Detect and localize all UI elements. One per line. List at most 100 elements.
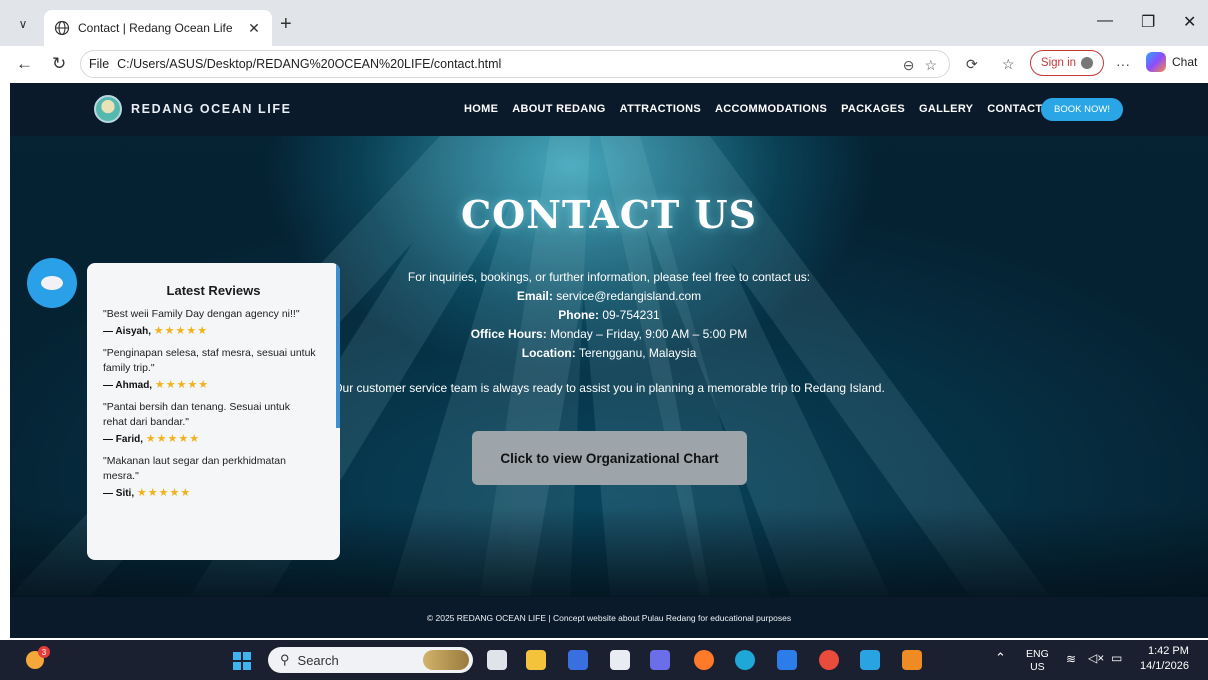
tab-close-icon[interactable]: ✕: [244, 20, 264, 37]
review-quote: "Makanan laut segar dan perkhidmatan mes…: [103, 455, 286, 482]
review-author: — Aisyah,: [103, 326, 151, 337]
nav-contact[interactable]: CONTACT: [987, 103, 1042, 115]
favorites-icon[interactable]: ☆: [1002, 56, 1015, 73]
nav-about-redang[interactable]: ABOUT REDANG: [512, 103, 605, 115]
search-icon: ⚲: [280, 652, 290, 667]
rating-stars-icon: ★★★★★: [154, 379, 210, 391]
profile-icon: [1081, 57, 1094, 69]
window-close-icon[interactable]: ✕: [1183, 12, 1196, 32]
copilot-icon: [1146, 52, 1166, 72]
clock-time: 1:42 PM: [1147, 645, 1189, 657]
address-toolbar: ← ↻ i File C:/Users/ASUS/Desktop/REDANG%…: [0, 46, 1208, 197]
footer-text: © 2025 REDANG OCEAN LIFE | Concept websi…: [426, 612, 792, 623]
email-label: Email:: [516, 289, 553, 303]
restore-icon[interactable]: ❐: [1141, 12, 1155, 32]
nav-packages[interactable]: PACKAGES: [841, 103, 905, 115]
nav-menu: HOME ABOUT REDANG ATTRACTIONS ACCOMMODAT…: [464, 103, 1042, 115]
outlook-icon[interactable]: [777, 650, 797, 670]
review-quote: "Best weii Family Day dengan agency ni!!…: [103, 308, 300, 320]
nav-gallery[interactable]: GALLERY: [919, 103, 973, 115]
app-icon[interactable]: [568, 650, 588, 670]
rating-stars-icon: ★★★★★: [145, 433, 201, 445]
browser-tab[interactable]: Contact | Redang Ocean Life ✕: [44, 10, 272, 46]
chat-bubble-icon: [41, 276, 63, 290]
review-author: — Siti,: [103, 488, 135, 499]
search-label: Search: [297, 652, 339, 668]
edge-icon[interactable]: [735, 650, 755, 670]
nav-accommodations[interactable]: ACCOMMODATIONS: [715, 103, 827, 115]
battery-icon[interactable]: ▭: [1111, 651, 1122, 665]
location-label: Location:: [521, 346, 576, 360]
review-quote: "Pantai bersih dan tenang. Sesuai untuk …: [103, 401, 291, 428]
site-navbar: REDANG OCEAN LIFE HOME ABOUT REDANG ATTR…: [10, 83, 1208, 136]
contact-hero: CONTACT US For inquiries, bookings, or f…: [10, 136, 1208, 597]
review-quote: "Penginapan selesa, staf mesra, sesuai u…: [103, 347, 316, 374]
page-viewport: REDANG OCEAN LIFE HOME ABOUT REDANG ATTR…: [10, 83, 1208, 638]
file-explorer-icon[interactable]: [526, 650, 546, 670]
back-icon[interactable]: ←: [16, 54, 33, 74]
reviews-panel: Latest Reviews "Best weii Family Day den…: [87, 263, 340, 560]
tab-list-button[interactable]: ∨: [10, 11, 36, 37]
nav-home[interactable]: HOME: [464, 103, 498, 115]
office-hours-value: Monday – Friday, 9:00 AM – 5:00 PM: [550, 327, 748, 341]
email-value: service@redangisland.com: [556, 289, 702, 303]
taskbar-search[interactable]: ⚲ Search: [268, 647, 473, 673]
start-windows-icon[interactable]: [233, 652, 251, 670]
favorite-star-icon[interactable]: ☆: [924, 57, 937, 74]
language-code: ENG: [1026, 648, 1049, 660]
refresh-icon[interactable]: ↻: [52, 54, 66, 74]
rating-stars-icon: ★★★★★: [153, 325, 209, 337]
review-item: "Pantai bersih dan tenang. Sesuai untuk …: [87, 400, 340, 445]
sublime-text-icon[interactable]: [902, 650, 922, 670]
telegram-icon[interactable]: [860, 650, 880, 670]
island-logo-icon: [94, 95, 122, 123]
address-bar[interactable]: i File C:/Users/ASUS/Desktop/REDANG%20OC…: [80, 50, 950, 197]
brand-name: REDANG OCEAN LIFE: [131, 102, 292, 116]
weather-widget[interactable]: 3: [24, 646, 50, 672]
notification-badge: 3: [38, 646, 50, 658]
office-hours-label: Office Hours:: [470, 327, 547, 341]
minimize-icon[interactable]: —: [1097, 12, 1113, 30]
windows-taskbar: 3 ⚲ Search ⌃ ENG US ≋ ◁× ▭ 1:42 PM 14/1/…: [0, 640, 1208, 680]
extensions-icon[interactable]: ⟳: [966, 56, 978, 73]
chat-label: Chat: [1172, 55, 1198, 69]
sign-in-label: Sign in: [1040, 57, 1077, 69]
review-item: "Best weii Family Day dengan agency ni!!…: [87, 307, 340, 337]
page-title: CONTACT US: [460, 192, 758, 237]
review-item: "Penginapan selesa, staf mesra, sesuai u…: [87, 346, 340, 391]
globe-icon: [54, 20, 70, 36]
clock-date: 14/1/2026: [1140, 660, 1189, 672]
volume-muted-icon[interactable]: ◁×: [1088, 651, 1104, 665]
url-text: C:/Users/ASUS/Desktop/REDANG%20OCEAN%20L…: [117, 57, 502, 71]
wifi-icon[interactable]: ≋: [1066, 652, 1076, 666]
search-highlight-image: [423, 650, 469, 670]
new-tab-icon[interactable]: +: [280, 13, 292, 36]
reviews-toggle-button[interactable]: [27, 258, 77, 308]
clock[interactable]: 1:42 PM 14/1/2026: [1140, 644, 1189, 674]
book-now-button[interactable]: BOOK NOW!: [1041, 98, 1123, 121]
language-indicator[interactable]: ENG US: [1026, 648, 1049, 674]
more-menu-icon[interactable]: ···: [1116, 56, 1130, 72]
location-value: Terengganu, Malaysia: [578, 346, 697, 360]
keyboard-region: US: [1030, 661, 1045, 673]
nav-attractions[interactable]: ATTRACTIONS: [620, 103, 701, 115]
show-hidden-icons-icon[interactable]: ⌃: [995, 650, 1006, 666]
review-item: "Makanan laut segar dan perkhidmatan mes…: [87, 454, 340, 499]
task-view-icon[interactable]: [487, 650, 507, 670]
phone-value: 09-754231: [602, 308, 660, 322]
phone-label: Phone:: [558, 308, 599, 322]
firefox-icon[interactable]: [694, 650, 714, 670]
review-author: — Farid,: [103, 434, 144, 445]
site-brand[interactable]: REDANG OCEAN LIFE: [94, 95, 292, 123]
zoom-icon[interactable]: ⊖: [903, 57, 915, 74]
tab-title: Contact | Redang Ocean Life: [78, 21, 233, 35]
org-chart-button[interactable]: Click to view Organizational Chart: [472, 431, 747, 485]
sign-in-button[interactable]: Sign in: [1030, 50, 1104, 76]
copilot-chat-button[interactable]: Chat: [1146, 52, 1197, 72]
site-footer: © 2025 REDANG OCEAN LIFE | Concept websi…: [10, 597, 1208, 638]
store-icon[interactable]: [610, 650, 630, 670]
reviews-scrollbar[interactable]: [336, 263, 340, 428]
teams-icon[interactable]: [650, 650, 670, 670]
chrome-icon[interactable]: [819, 650, 839, 670]
browser-tab-bar: ∨ Contact | Redang Ocean Life ✕ + — ❐ ✕: [0, 0, 1208, 46]
